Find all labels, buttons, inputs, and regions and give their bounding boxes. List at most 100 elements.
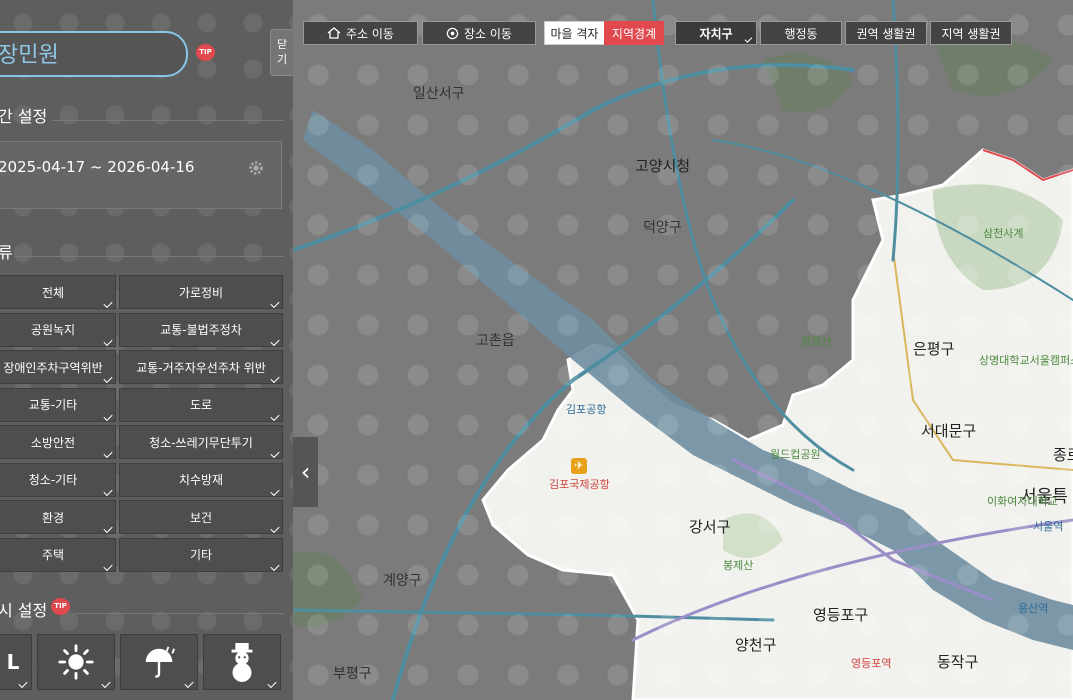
category-label: 청소-기타	[28, 473, 78, 487]
map-label: 서대문구	[921, 422, 977, 440]
category-label: 공원녹지	[30, 323, 76, 337]
map-label: 망월산	[801, 335, 832, 348]
category-label: 치수방재	[178, 473, 224, 487]
category-button[interactable]: 교통-거주자우선주차 위반	[119, 350, 283, 384]
category-button[interactable]: 도로	[119, 387, 283, 422]
boundary-toggle-button[interactable]: 지역경계	[604, 21, 664, 45]
category-label: 전체	[41, 285, 65, 300]
category-button[interactable]: 공원녹지	[0, 312, 116, 347]
address-move-button[interactable]: 주소 이동	[303, 21, 418, 45]
grid-label: 마을 격자	[550, 26, 599, 41]
map-label: 일산서구	[413, 86, 465, 102]
category-button[interactable]: 주택	[0, 537, 116, 572]
chevron-left-icon: ‹	[300, 458, 311, 486]
weather-option-l[interactable]: L	[0, 634, 32, 690]
district-label: 자치구	[699, 26, 733, 41]
category-label: 환경	[41, 510, 65, 525]
local-living-button[interactable]: 지역 생활권	[930, 21, 1012, 45]
map-label: 부평구	[333, 666, 372, 682]
period-range: 2025-04-17 ~ 2026-04-16	[0, 158, 195, 176]
category-label: 교통-기타	[28, 398, 78, 412]
tip-badge[interactable]: TIP	[51, 598, 70, 615]
category-section-title: 류	[0, 243, 13, 262]
category-button[interactable]: 청소-기타	[0, 462, 116, 497]
map-label: 이화여자대학교	[987, 495, 1058, 508]
category-button[interactable]: 기타	[119, 537, 283, 572]
category-button[interactable]: 교통-기타	[0, 387, 116, 422]
search-text: 장민원	[0, 43, 59, 68]
divider	[15, 256, 284, 257]
map-label: 고양시청	[635, 157, 691, 175]
address-move-label: 주소 이동	[346, 26, 394, 41]
category-button[interactable]: 보건	[119, 500, 283, 534]
place-move-button[interactable]: 장소 이동	[422, 21, 536, 45]
map-label: 김포국제공항	[549, 478, 610, 491]
map-label: 영등포구	[813, 606, 869, 624]
zone-living-button[interactable]: 권역 생활권	[845, 21, 927, 45]
close-panel-button[interactable]: 닫기	[270, 29, 293, 76]
map-label: 계양구	[383, 573, 422, 589]
category-label: 장애인주차구역위반	[3, 360, 103, 375]
map-label: 용산역	[1018, 602, 1049, 615]
map-label: 동작구	[937, 653, 979, 671]
local-living-label: 지역 생활권	[941, 26, 1001, 41]
map-label: 양천구	[735, 636, 777, 654]
category-button[interactable]: 치수방재	[119, 462, 283, 497]
weather-option-rain[interactable]	[120, 634, 198, 690]
admin-dong-button[interactable]: 행정동	[760, 21, 842, 45]
category-label: 도로	[189, 398, 213, 412]
map-label: 상명대학교서울캠퍼스	[979, 354, 1073, 367]
map-label: 종로	[1053, 446, 1073, 464]
category-button[interactable]: 장애인주차구역위반	[0, 350, 116, 384]
zone-living-label: 권역 생활권	[856, 26, 916, 41]
divider	[52, 120, 284, 121]
category-label: 기타	[189, 548, 213, 562]
home-icon	[327, 27, 341, 39]
category-button[interactable]: 교통-불법주정차	[119, 312, 283, 347]
category-button[interactable]: 가로정비	[119, 275, 283, 309]
category-button[interactable]: 전체	[0, 275, 116, 309]
map-label: 강서구	[689, 518, 731, 536]
map-label: 월드컵공원	[770, 448, 821, 461]
collapse-panel-button[interactable]: ‹	[293, 437, 318, 507]
place-move-label: 장소 이동	[464, 26, 512, 41]
map-label: 봉제산	[723, 559, 754, 572]
map-label: 은평구	[913, 340, 955, 358]
period-section-title: 간 설정	[0, 107, 48, 126]
admin-dong-label: 행정동	[784, 26, 818, 41]
tip-badge[interactable]: TIP	[196, 44, 215, 61]
category-label: 가로정비	[178, 285, 224, 300]
map-label: 영등포역	[851, 657, 892, 670]
map-label: 김포공항	[566, 403, 607, 416]
category-label: 교통-거주자우선주차 위반	[136, 360, 266, 375]
snowman-icon	[231, 643, 253, 682]
map-label: 덕양구	[643, 220, 682, 236]
boundary-label: 지역경계	[611, 26, 657, 41]
umbrella-rain-icon	[145, 646, 176, 678]
category-label: 주택	[41, 548, 65, 562]
gear-icon[interactable]	[247, 159, 265, 177]
side-panel: 장민원 TIP 간 설정 2025-04-17 ~ 2026-04-16 류 전…	[0, 0, 293, 700]
map-canvas[interactable]	[293, 0, 1073, 700]
target-icon	[446, 27, 459, 39]
category-button[interactable]: 소방안전	[0, 425, 116, 459]
map-label: 서울역	[1033, 520, 1064, 533]
category-button[interactable]: 청소-쓰레기무단투기	[119, 425, 283, 459]
sun-icon	[58, 644, 94, 680]
weather-option-sunny[interactable]	[37, 634, 115, 690]
map-label: 삼천사계	[983, 227, 1024, 240]
district-button[interactable]: 자치구	[675, 21, 757, 45]
weather-section-title: 시 설정	[0, 601, 48, 620]
category-label: 소방안전	[30, 435, 76, 450]
grid-toggle-button[interactable]: 마을 격자	[544, 21, 605, 45]
category-label: 교통-불법주정차	[160, 323, 242, 337]
category-label: 청소-쓰레기무단투기	[149, 435, 253, 450]
weather-label-l: L	[6, 650, 20, 674]
weather-option-snow[interactable]	[203, 634, 281, 690]
airport-icon: ✈	[571, 458, 587, 474]
map-label: 고촌읍	[476, 333, 515, 349]
category-label: 보건	[189, 510, 213, 525]
divider	[76, 613, 284, 614]
map-view[interactable]: 고양시청 일산서구 덕양구 고촌읍 김포공항 김포국제공항 강서구 은평구 서대…	[293, 0, 1073, 700]
category-button[interactable]: 환경	[0, 500, 116, 534]
